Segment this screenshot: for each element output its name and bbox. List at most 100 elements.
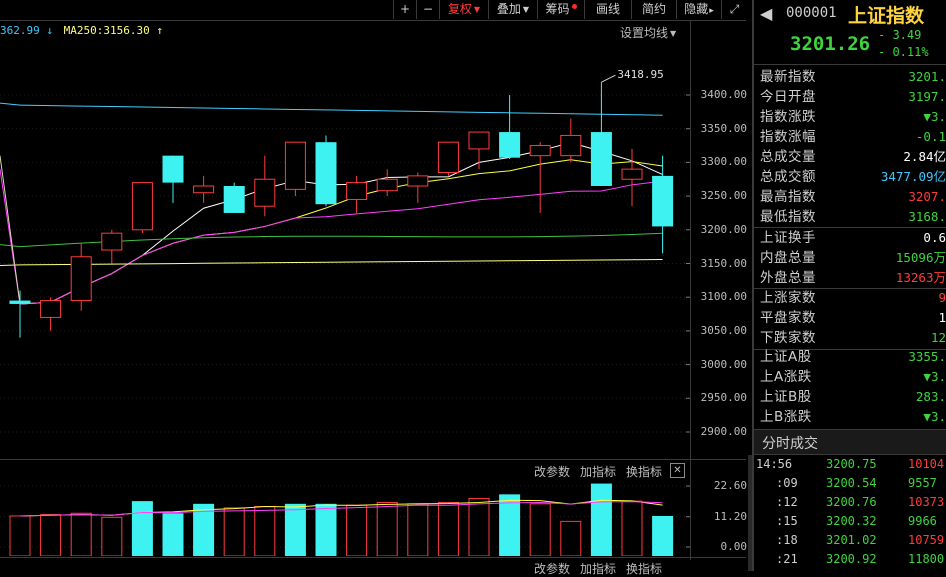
- price-tick-label: 3100.00: [700, 290, 747, 304]
- quote-row: 总成交额 3477.09亿: [754, 167, 946, 187]
- current-price: 3201.26: [790, 33, 871, 55]
- ma-settings-button[interactable]: 设置均线 ▼: [620, 24, 676, 41]
- add-indicator-button[interactable]: 加指标: [580, 560, 616, 577]
- quote-row: 上涨家数 9: [754, 288, 946, 308]
- quote-value: 1: [938, 310, 946, 325]
- ma250-line-ext: [0, 264, 21, 267]
- change-percent: - 0.11%: [878, 45, 929, 59]
- quote-value: 0.6: [923, 230, 946, 245]
- quote-row: 外盘总量 13263万: [754, 268, 946, 288]
- volume-ma-line: [19, 501, 663, 517]
- quote-label: 上证换手: [760, 230, 816, 246]
- edit-params-button[interactable]: 改参数: [534, 560, 570, 577]
- tick-volume: 10759: [908, 533, 945, 547]
- ma250-value: MA250:3156.30: [63, 24, 150, 37]
- volume-bar: [590, 483, 612, 556]
- candle: [590, 82, 612, 186]
- volume-bar: [254, 506, 276, 556]
- kline-chart[interactable]: 3418.95: [0, 40, 690, 460]
- yincang-label: 隐藏: [684, 2, 709, 16]
- volume-bar: [315, 503, 337, 556]
- volume-bar: [437, 501, 459, 556]
- ma-settings-label: 设置均线: [620, 26, 669, 40]
- quote-row: 指数涨跌 ▼3.: [754, 107, 946, 127]
- quote-value: 3201.: [908, 69, 946, 84]
- price-tick-label: 3200.00: [700, 222, 747, 236]
- tick-volume: 9557: [908, 476, 937, 490]
- ma250-line: [19, 258, 663, 266]
- quote-value: 3355.: [908, 349, 946, 364]
- quote-value: 3168.: [908, 209, 946, 224]
- quote-label: 上证A股: [760, 349, 812, 365]
- quote-value: 9: [938, 290, 946, 305]
- price-tick-label: 3050.00: [700, 323, 747, 337]
- price-tick-label: 2900.00: [700, 425, 747, 438]
- volume-bar: [621, 500, 643, 556]
- fuquan-label: 复权: [447, 2, 472, 16]
- switch-indicator-button[interactable]: 换指标: [626, 560, 662, 577]
- zoom-out-button[interactable]: −: [416, 0, 439, 19]
- candle: [70, 243, 92, 311]
- quote-value: -0.1: [915, 129, 946, 144]
- quote-label: 最新指数: [760, 69, 816, 85]
- quote-label: 平盘家数: [760, 310, 816, 326]
- volume-bar: [499, 494, 521, 556]
- fullscreen-icon[interactable]: ⤢: [721, 0, 747, 19]
- volume-bar: [407, 503, 429, 556]
- candle: [560, 118, 582, 163]
- divider: [0, 459, 746, 460]
- price-tick-label: 2950.00: [700, 391, 747, 405]
- change-value: - 3.49: [878, 28, 922, 42]
- ma120-value: 362.99: [0, 24, 40, 37]
- chart-toolbar: + − 复权 ▼ 叠加 ▼ 筹码 画线 简约 隐藏▸ ⤢: [0, 0, 746, 21]
- quote-row: 下跌家数 12: [754, 328, 946, 348]
- stock-code: 000001: [786, 5, 837, 21]
- collapse-arrow-icon[interactable]: ◀: [760, 4, 772, 23]
- volume-bar: [70, 512, 92, 556]
- yincang-button[interactable]: 隐藏▸: [676, 0, 721, 19]
- jianyue-button[interactable]: 简约: [631, 0, 676, 19]
- quote-value: 15096万: [895, 250, 946, 265]
- price-tick-label: 3300.00: [700, 155, 747, 169]
- quote-value: ▼3.: [923, 369, 946, 384]
- volume-bar: [40, 514, 62, 556]
- divider: [754, 64, 946, 65]
- candle: [376, 169, 398, 197]
- price-tick-label: 3350.00: [700, 121, 747, 135]
- quote-label: 总成交量: [760, 149, 816, 165]
- fuquan-dropdown[interactable]: 复权 ▼: [439, 0, 488, 19]
- diejia-dropdown[interactable]: 叠加 ▼: [488, 0, 537, 19]
- quote-label: 最高指数: [760, 189, 816, 205]
- quote-value: ▼3.: [923, 109, 946, 124]
- tick-row: :15 3200.32 9966: [754, 512, 946, 531]
- notification-dot-icon: [571, 4, 577, 9]
- diejia-label: 叠加: [496, 2, 521, 16]
- candle: [40, 297, 62, 331]
- quote-label: 外盘总量: [760, 270, 816, 286]
- tick-volume: 11800: [908, 552, 945, 566]
- tick-time: :09: [776, 476, 798, 490]
- zoom-in-button[interactable]: +: [393, 0, 416, 19]
- chouma-button[interactable]: 筹码: [537, 0, 584, 19]
- tick-row: :18 3201.02 10759: [754, 531, 946, 550]
- quote-value: 3197.: [908, 89, 946, 104]
- candle: [284, 141, 306, 197]
- ticks-header[interactable]: 分时成交: [754, 429, 946, 455]
- scrollbar[interactable]: [748, 455, 752, 571]
- volume-chart: [0, 483, 690, 556]
- quote-label: 上证B股: [760, 389, 812, 405]
- volume-bar: [223, 507, 245, 556]
- arrow-up-icon: ↑: [156, 24, 163, 37]
- quote-label: 今日开盘: [760, 89, 816, 105]
- candle: [529, 142, 551, 213]
- ma-indicator-line: 362.99 ↓ MA250:3156.30 ↑: [0, 23, 163, 39]
- candle: [131, 182, 153, 234]
- ma5-line: [19, 142, 663, 305]
- tick-time: :18: [776, 533, 798, 547]
- huaxian-button[interactable]: 画线: [584, 0, 631, 19]
- quote-row: 今日开盘 3197.: [754, 87, 946, 107]
- price-tick-label: 3150.00: [700, 256, 747, 270]
- quote-row: 上A涨跌 ▼3.: [754, 367, 946, 387]
- quote-row: 内盘总量 15096万: [754, 248, 946, 268]
- tick-volume: 10373: [908, 495, 945, 509]
